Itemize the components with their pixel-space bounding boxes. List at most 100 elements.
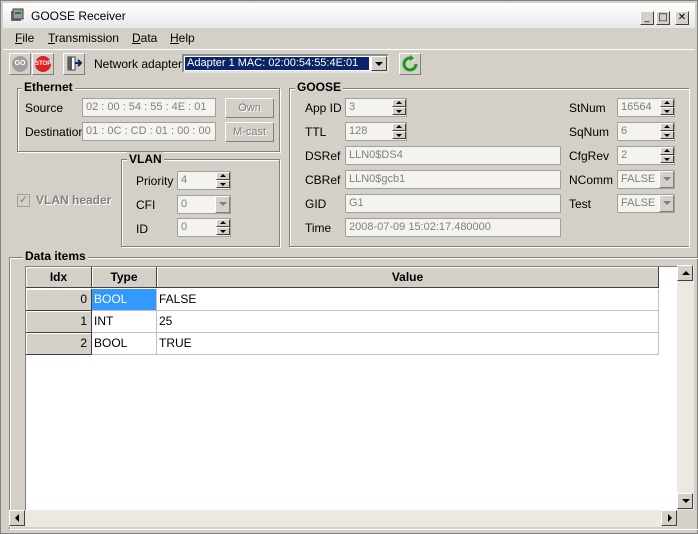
destination-label: Destination (25, 125, 86, 139)
source-field[interactable]: 02 : 00 : 54 : 55 : 4E : 01 (82, 98, 216, 117)
vlan-header-checkbox[interactable]: ✓ (17, 194, 30, 207)
cfi-select[interactable]: 0 (177, 195, 231, 214)
row-value[interactable]: 25 (157, 311, 659, 333)
row-idx[interactable]: 0 (26, 289, 92, 311)
cfgrev-spin-buttons[interactable] (660, 147, 674, 164)
close-icon: ✕ (677, 12, 687, 23)
test-dropdown-button[interactable] (659, 195, 674, 212)
exit-door-icon (67, 56, 83, 71)
row-value[interactable]: TRUE (157, 333, 659, 355)
stnum-spinner[interactable]: 16564 (617, 98, 675, 117)
id-label: ID (136, 222, 148, 236)
row-value[interactable]: FALSE (157, 289, 659, 311)
menu-file[interactable]: File (15, 31, 34, 45)
test-label: Test (569, 197, 592, 211)
stnum-label: StNum (569, 101, 606, 115)
column-header-idx[interactable]: Idx (26, 267, 92, 288)
checkmark-icon: ✓ (18, 194, 29, 206)
ttl-spin-buttons[interactable] (392, 123, 406, 140)
dsref-label: DSRef (305, 149, 341, 163)
gid-field[interactable]: G1 (345, 194, 561, 213)
go-button[interactable]: GO (9, 53, 31, 75)
maximize-button[interactable]: □ (656, 11, 670, 25)
appid-value: 3 (349, 101, 356, 113)
row-type[interactable]: BOOL (92, 333, 157, 355)
ethernet-title: Ethernet (22, 80, 75, 94)
vlan-id-spinner[interactable]: 0 (177, 218, 231, 237)
menu-help[interactable]: Help (170, 31, 195, 45)
close-button[interactable]: ✕ (675, 11, 689, 25)
network-adapter-select[interactable]: Adapter 1 MAC: 02:00:54:55:4E:01 (182, 54, 389, 73)
toolbar: GO STOP Network adapter Adapter 1 MAC: 0… (3, 49, 695, 77)
sqnum-spinner[interactable]: 6 (617, 122, 675, 141)
mcast-button[interactable]: M-cast (225, 122, 274, 142)
maximize-icon: □ (658, 12, 668, 23)
app-icon (11, 8, 24, 21)
adapter-value: Adapter 1 MAC: 02:00:54:55:4E:01 (185, 57, 369, 70)
dropdown-button[interactable] (371, 56, 387, 71)
appid-spinner[interactable]: 3 (345, 98, 407, 117)
title-bar[interactable]: GOOSE Receiver _ □ ✕ (3, 3, 695, 28)
chevron-down-icon (663, 201, 671, 205)
gid-label: GID (305, 197, 327, 211)
cfi-dropdown-button[interactable] (215, 196, 230, 213)
sqnum-value: 6 (621, 125, 628, 137)
scroll-left-button[interactable] (9, 510, 25, 526)
arrow-left-icon (15, 514, 19, 522)
stop-button[interactable]: STOP (32, 53, 54, 75)
ttl-spinner[interactable]: 128 (345, 122, 407, 141)
priority-spin-buttons[interactable] (216, 172, 230, 189)
priority-value: 4 (181, 174, 188, 186)
chevron-down-icon (375, 62, 383, 66)
row-idx[interactable]: 1 (26, 311, 92, 333)
arrow-right-icon (668, 514, 672, 522)
row-idx[interactable]: 2 (26, 333, 92, 355)
own-button[interactable]: Own (225, 98, 274, 118)
column-header-type[interactable]: Type (92, 267, 157, 288)
time-field[interactable]: 2008-07-09 15:02:17.480000 (345, 218, 561, 237)
row-type[interactable]: BOOL (92, 289, 157, 311)
size-grip[interactable] (677, 510, 694, 527)
scroll-up-button[interactable] (677, 265, 693, 281)
goose-title: GOOSE (295, 80, 344, 94)
scroll-down-button[interactable] (677, 493, 693, 509)
vlan-id-spin-buttons[interactable] (216, 219, 230, 236)
test-value: FALSE (621, 197, 656, 209)
stnum-spin-buttons[interactable] (660, 99, 674, 116)
chevron-down-icon (663, 177, 671, 181)
cfgrev-label: CfgRev (569, 149, 610, 163)
time-label: Time (305, 221, 332, 235)
cfi-label: CFI (136, 198, 156, 212)
sqnum-spin-buttons[interactable] (660, 123, 674, 140)
exit-button[interactable] (63, 53, 85, 75)
priority-spinner[interactable]: 4 (177, 171, 231, 190)
vertical-scrollbar[interactable] (677, 265, 694, 527)
horizontal-scrollbar[interactable] (9, 510, 677, 527)
vlan-title: VLAN (127, 152, 164, 166)
refresh-icon (402, 55, 418, 72)
ttl-value: 128 (349, 125, 368, 137)
column-header-value[interactable]: Value (157, 267, 659, 288)
go-icon: GO (12, 56, 28, 72)
data-items-grid[interactable]: Idx Type Value 0 BOOL FALSE 1 INT 25 2 B… (25, 266, 686, 524)
destination-field[interactable]: 01 : 0C : CD : 01 : 00 : 00 (82, 122, 216, 141)
ncomm-select[interactable]: FALSE (617, 170, 675, 189)
scroll-right-button[interactable] (661, 510, 677, 526)
cfgrev-spinner[interactable]: 2 (617, 146, 675, 165)
ttl-label: TTL (305, 125, 327, 139)
appid-spin-buttons[interactable] (392, 99, 406, 116)
menu-bar: File Transmission Data Help (3, 29, 695, 49)
menu-data[interactable]: Data (132, 31, 157, 45)
cbref-field[interactable]: LLN0$gcb1 (345, 170, 561, 189)
stop-icon: STOP (35, 56, 51, 72)
minimize-button[interactable]: _ (640, 11, 654, 25)
test-select[interactable]: FALSE (617, 194, 675, 213)
ncomm-label: NComm (569, 173, 613, 187)
dsref-field[interactable]: LLN0$DS4 (345, 146, 561, 165)
ncomm-dropdown-button[interactable] (659, 171, 674, 188)
window-title: GOOSE Receiver (31, 9, 126, 23)
refresh-button[interactable] (399, 53, 421, 75)
menu-transmission[interactable]: Transmission (48, 31, 119, 45)
row-type[interactable]: INT (92, 311, 157, 333)
priority-label: Priority (136, 174, 174, 188)
